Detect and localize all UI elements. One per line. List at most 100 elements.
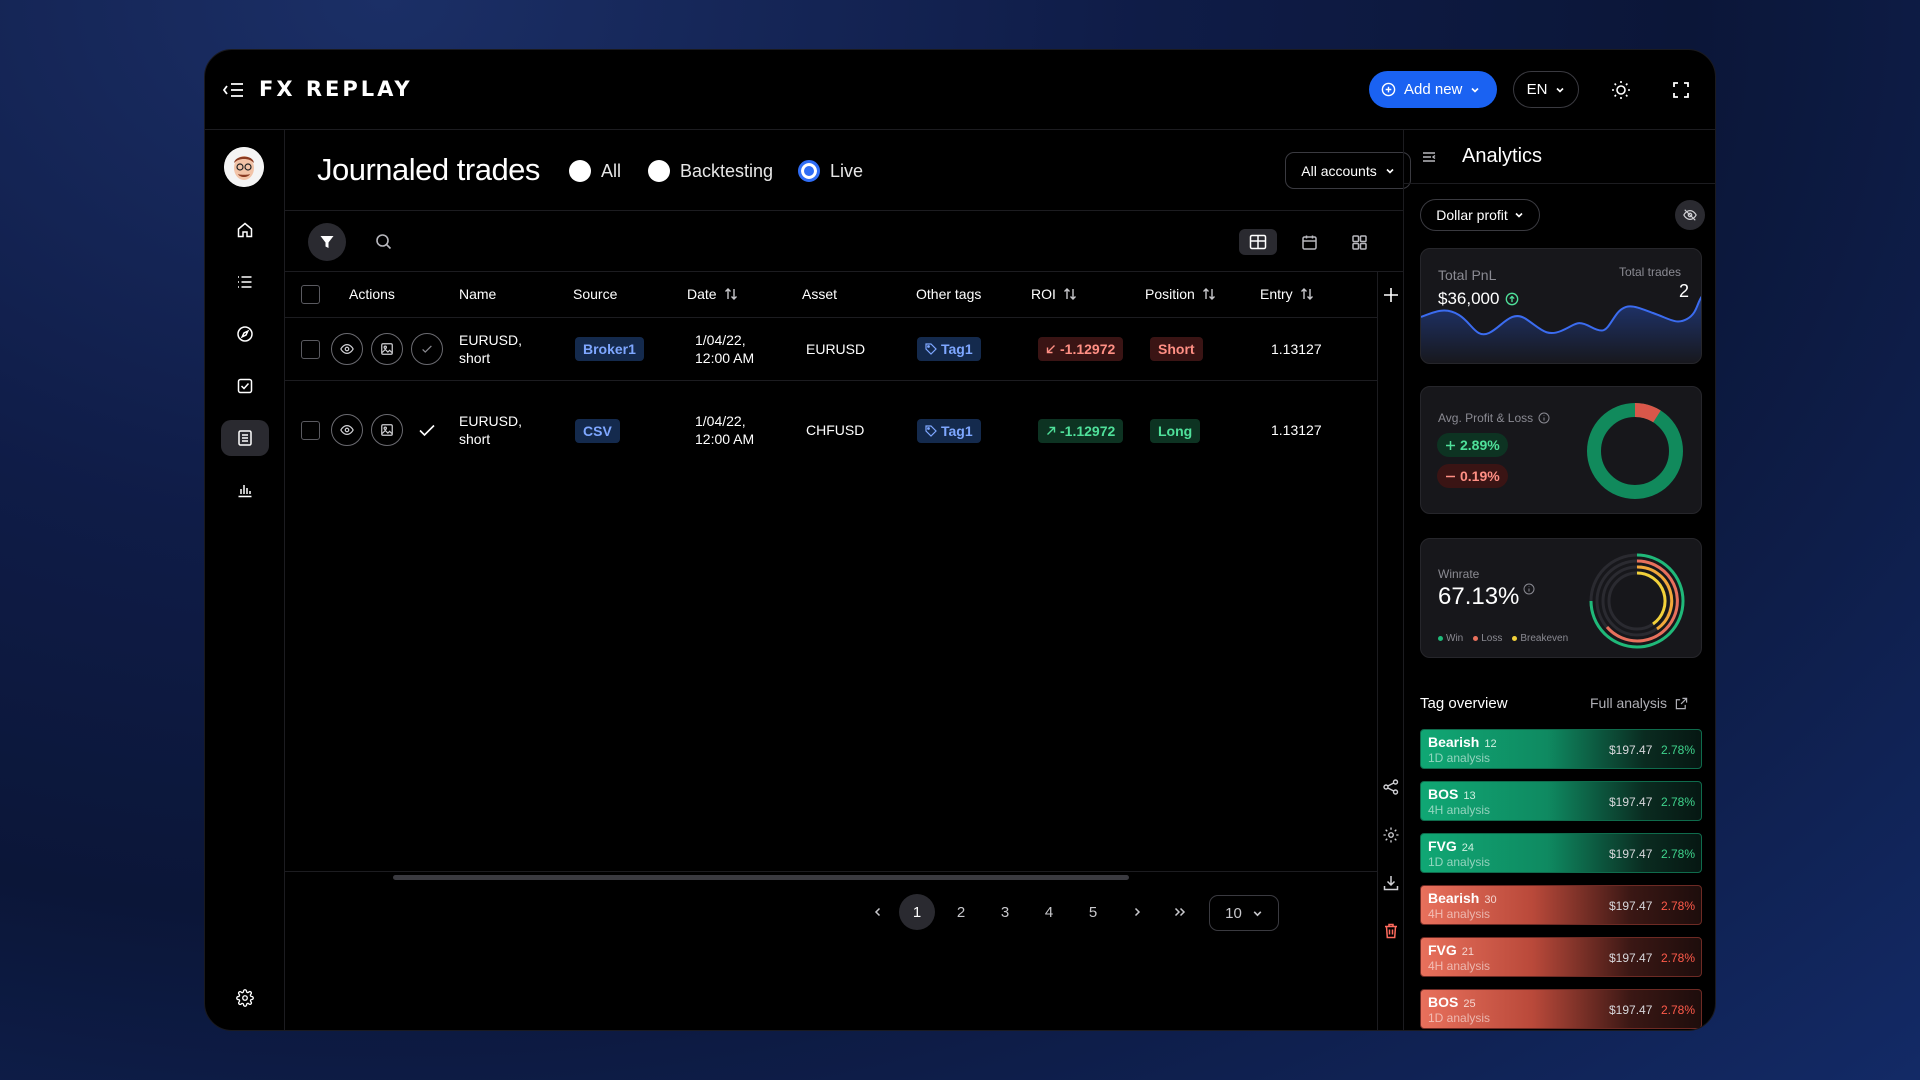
sort-icon[interactable] bbox=[1062, 286, 1078, 302]
nav-journal[interactable] bbox=[221, 420, 269, 456]
trade-asset: EURUSD bbox=[806, 341, 866, 357]
tag-row[interactable]: BOS 25 1D analysis $197.47 2.78% bbox=[1420, 989, 1702, 1029]
filter-all[interactable]: All bbox=[569, 160, 621, 182]
accounts-dropdown[interactable]: All accounts bbox=[1285, 152, 1411, 189]
view-trade-button[interactable] bbox=[331, 414, 363, 446]
sort-icon[interactable] bbox=[1299, 286, 1315, 302]
col-other-tags: Other tags bbox=[916, 286, 981, 302]
sort-icon[interactable] bbox=[723, 286, 739, 302]
last-page-icon[interactable] bbox=[1173, 906, 1187, 918]
row-checkbox[interactable] bbox=[301, 340, 320, 359]
trash-icon[interactable] bbox=[1382, 922, 1400, 940]
screenshot-button[interactable] bbox=[371, 333, 403, 365]
col-position[interactable]: Position bbox=[1145, 286, 1217, 302]
view-trade-button[interactable] bbox=[331, 333, 363, 365]
share-icon[interactable] bbox=[1382, 778, 1400, 796]
nav-reports[interactable] bbox=[221, 472, 269, 508]
plus-circle-icon bbox=[1381, 82, 1396, 97]
nav-tasks[interactable] bbox=[221, 368, 269, 404]
page-2-button[interactable]: 2 bbox=[943, 894, 979, 930]
avatar-face-icon bbox=[224, 147, 264, 187]
sun-icon[interactable] bbox=[1610, 79, 1632, 101]
add-new-button[interactable]: Add new bbox=[1369, 71, 1497, 108]
other-tag-badge[interactable]: Tag1 bbox=[917, 419, 981, 443]
eye-off-icon bbox=[1683, 209, 1697, 221]
gear-icon[interactable] bbox=[1382, 826, 1400, 844]
top-bar: FX REPLAY Add new EN bbox=[205, 50, 1715, 130]
download-icon[interactable] bbox=[1382, 874, 1400, 892]
grid-view-button[interactable] bbox=[1340, 229, 1378, 255]
radio-live[interactable] bbox=[798, 160, 820, 182]
page-3-button[interactable]: 3 bbox=[987, 894, 1023, 930]
tag-name: BOS 13 bbox=[1428, 786, 1476, 802]
search-icon[interactable] bbox=[375, 233, 392, 250]
col-date[interactable]: Date bbox=[687, 286, 739, 302]
source-badge: CSV bbox=[575, 419, 620, 443]
external-link-icon bbox=[1675, 697, 1688, 709]
tag-amount: $197.47 bbox=[1609, 1003, 1653, 1017]
tag-pct: 2.78% bbox=[1661, 743, 1696, 757]
nav-home[interactable] bbox=[221, 212, 269, 248]
image-icon bbox=[381, 424, 393, 436]
per-page-select[interactable]: 10 bbox=[1209, 895, 1279, 931]
tag-sub: 4H analysis bbox=[1428, 803, 1491, 817]
next-page-icon[interactable] bbox=[1131, 906, 1143, 918]
other-tag-badge[interactable]: Tag1 bbox=[917, 337, 981, 361]
row-checkbox[interactable] bbox=[301, 421, 320, 440]
tag-row[interactable]: Bearish 30 4H analysis $197.47 2.78% bbox=[1420, 885, 1702, 925]
filter-button[interactable] bbox=[308, 223, 346, 261]
collapse-panel-icon[interactable] bbox=[1421, 149, 1437, 165]
select-all-checkbox[interactable] bbox=[301, 285, 320, 304]
nav-list[interactable] bbox=[221, 264, 269, 300]
user-avatar[interactable] bbox=[224, 147, 264, 187]
trade-entry: 1.13127 bbox=[1271, 422, 1322, 438]
sort-icon[interactable] bbox=[1201, 286, 1217, 302]
language-selector[interactable]: EN bbox=[1513, 71, 1579, 108]
page-5-button[interactable]: 5 bbox=[1075, 894, 1111, 930]
pnl-sparkline bbox=[1421, 295, 1701, 363]
trade-date-line2: 12:00 AM bbox=[695, 350, 755, 366]
tag-row[interactable]: BOS 13 4H analysis $197.47 2.78% bbox=[1420, 781, 1702, 821]
reviewed-check-icon[interactable] bbox=[418, 422, 436, 438]
horizontal-scrollbar[interactable] bbox=[393, 875, 1129, 880]
prev-page-icon[interactable] bbox=[872, 906, 884, 918]
analytics-panel: Analytics Dollar profit Total PnL $36,00… bbox=[1403, 130, 1715, 1030]
col-entry[interactable]: Entry bbox=[1260, 286, 1315, 302]
radio-backtesting[interactable] bbox=[648, 160, 670, 182]
tag-name: BOS 25 bbox=[1428, 994, 1476, 1010]
fullscreen-icon[interactable] bbox=[1670, 79, 1692, 101]
radio-all[interactable] bbox=[569, 160, 591, 182]
filter-live[interactable]: Live bbox=[798, 160, 863, 182]
main-content: Journaled trades All Backtesting Live Al… bbox=[285, 130, 1411, 1030]
metric-dropdown[interactable]: Dollar profit bbox=[1420, 199, 1540, 231]
nav-settings[interactable] bbox=[221, 980, 269, 1016]
filter-backtesting[interactable]: Backtesting bbox=[648, 160, 773, 182]
info-icon[interactable] bbox=[1523, 583, 1535, 595]
hide-values-button[interactable] bbox=[1675, 200, 1705, 230]
list-icon bbox=[238, 276, 252, 288]
tag-row[interactable]: FVG 21 4H analysis $197.47 2.78% bbox=[1420, 937, 1702, 977]
filter-all-label: All bbox=[601, 160, 622, 181]
mark-reviewed-button[interactable] bbox=[411, 333, 443, 365]
plus-icon bbox=[1446, 440, 1455, 450]
add-column-icon[interactable] bbox=[1382, 286, 1400, 304]
page-1-button[interactable]: 1 bbox=[899, 894, 935, 930]
tag-icon bbox=[925, 343, 937, 355]
tag-row[interactable]: Bearish 12 1D analysis $197.47 2.78% bbox=[1420, 729, 1702, 769]
page-4-button[interactable]: 4 bbox=[1031, 894, 1067, 930]
full-analysis-link[interactable]: Full analysis bbox=[1590, 695, 1688, 711]
sidebar-collapse-icon[interactable] bbox=[222, 80, 244, 100]
col-roi[interactable]: ROI bbox=[1031, 286, 1078, 302]
tag-count: 24 bbox=[1461, 842, 1475, 854]
screenshot-button[interactable] bbox=[371, 414, 403, 446]
calendar-view-button[interactable] bbox=[1290, 229, 1328, 255]
trade-date-line2: 12:00 AM bbox=[695, 431, 755, 447]
table-row[interactable]: EURUSD, short Broker1 1/04/22, 12:00 AM … bbox=[285, 318, 1377, 381]
tag-row[interactable]: FVG 24 1D analysis $197.47 2.78% bbox=[1420, 833, 1702, 873]
tag-name: Bearish 12 bbox=[1428, 734, 1497, 750]
info-icon[interactable] bbox=[1538, 412, 1550, 424]
table-view-button[interactable] bbox=[1239, 229, 1277, 255]
nav-explore[interactable] bbox=[221, 316, 269, 352]
table-row[interactable]: EURUSD, short CSV 1/04/22, 12:00 AM CHFU… bbox=[285, 381, 1377, 480]
tag-pct: 2.78% bbox=[1661, 1003, 1696, 1017]
